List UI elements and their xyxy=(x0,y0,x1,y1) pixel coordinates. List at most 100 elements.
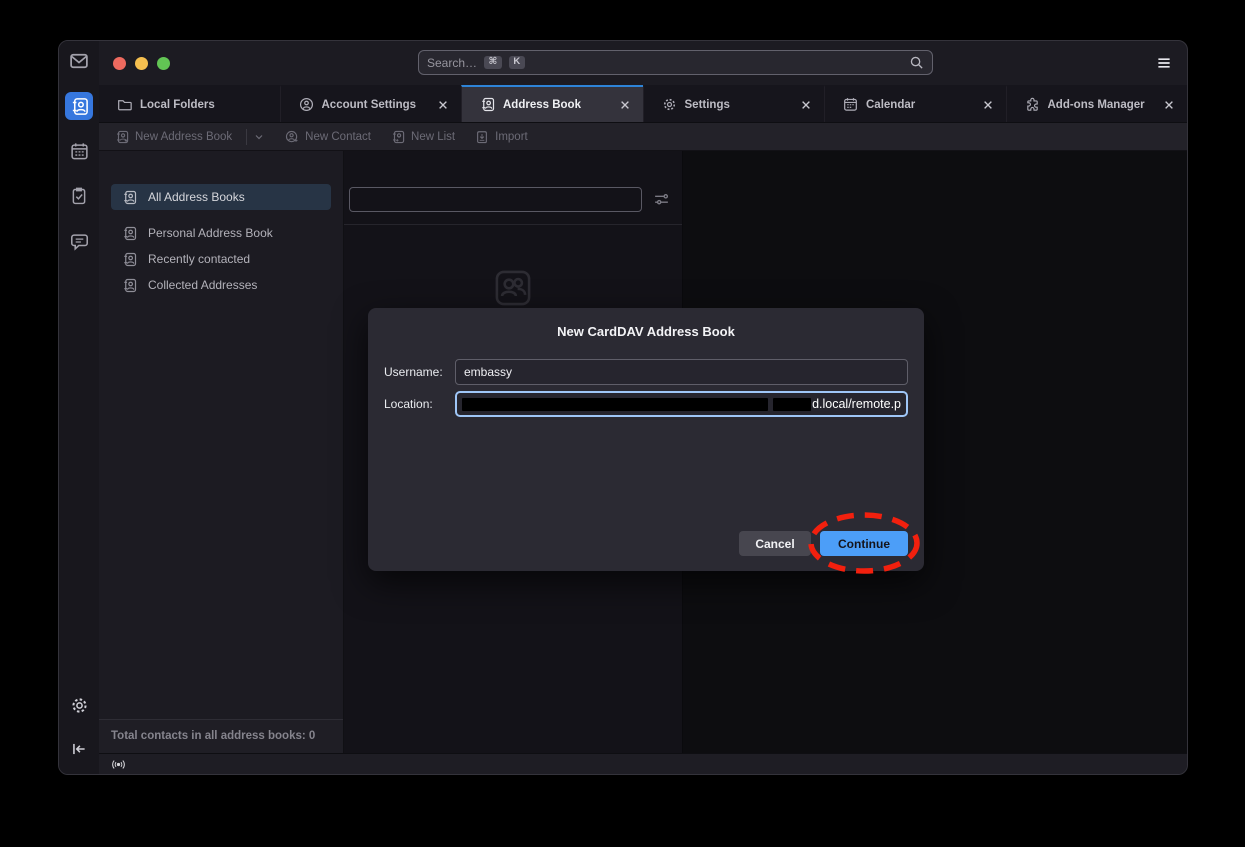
address-book-icon xyxy=(70,97,89,116)
username-row: Username: xyxy=(384,359,908,385)
close-tab-icon[interactable] xyxy=(982,99,994,111)
search-icon xyxy=(909,55,924,70)
import-label: Import xyxy=(495,131,528,143)
location-visible-text: d.local/remote.p xyxy=(811,397,901,411)
contacts-list-header xyxy=(344,151,682,225)
settings-button[interactable] xyxy=(65,691,93,719)
spaces-rail xyxy=(59,41,99,774)
sidebar-item-label: All Address Books xyxy=(148,190,245,204)
import-icon xyxy=(475,130,489,144)
person-plus-icon xyxy=(285,130,299,144)
titlebar: Search… ⌘ K xyxy=(99,41,1187,85)
sidebar-item-label: Recently contacted xyxy=(148,252,250,266)
cmd-key-badge: ⌘ xyxy=(484,56,502,69)
new-list-button[interactable]: New List xyxy=(391,130,455,144)
address-book-icon xyxy=(122,278,137,293)
sidebar-item-recently-contacted[interactable]: Recently contacted xyxy=(111,246,331,272)
address-book-space-button[interactable] xyxy=(65,92,93,120)
chat-space-button[interactable] xyxy=(65,227,93,255)
redaction-bar xyxy=(773,398,811,411)
new-list-label: New List xyxy=(411,131,455,143)
zoom-window-button[interactable] xyxy=(157,57,170,70)
display-options-icon[interactable] xyxy=(653,191,670,208)
tab-local-folders[interactable]: Local Folders xyxy=(99,85,280,122)
list-plus-icon xyxy=(391,130,405,144)
tab-addons-manager[interactable]: Add-ons Manager xyxy=(1006,85,1188,122)
tasks-space-button[interactable] xyxy=(65,182,93,210)
address-book-icon xyxy=(122,252,137,267)
close-tab-icon[interactable] xyxy=(619,99,631,111)
close-window-button[interactable] xyxy=(113,57,126,70)
tab-account-settings[interactable]: Account Settings xyxy=(280,85,462,122)
dialog-buttons: Cancel Continue xyxy=(368,531,924,571)
chevron-down-icon[interactable] xyxy=(253,131,265,143)
new-address-book-label: New Address Book xyxy=(135,131,232,143)
tab-label: Address Book xyxy=(503,99,611,111)
collapse-icon xyxy=(70,740,88,758)
close-tab-icon[interactable] xyxy=(437,99,449,111)
username-field[interactable] xyxy=(455,359,908,385)
close-tab-icon[interactable] xyxy=(800,99,812,111)
gear-icon xyxy=(662,97,677,112)
minimize-window-button[interactable] xyxy=(135,57,148,70)
tab-label: Add-ons Manager xyxy=(1048,99,1156,111)
dialog-title: New CardDAV Address Book xyxy=(368,324,924,339)
tab-settings[interactable]: Settings xyxy=(643,85,825,122)
close-tab-icon[interactable] xyxy=(1163,99,1175,111)
tab-address-book[interactable]: Address Book xyxy=(461,85,643,122)
tab-calendar[interactable]: Calendar xyxy=(824,85,1006,122)
tasks-icon xyxy=(70,187,88,205)
redaction-bar xyxy=(462,398,768,411)
sidebar-item-label: Collected Addresses xyxy=(148,278,257,292)
address-book-list: All Address Books Personal Address Book xyxy=(99,151,343,298)
address-book-plus-icon xyxy=(115,130,129,144)
mail-icon xyxy=(69,51,89,71)
continue-button[interactable]: Continue xyxy=(820,531,908,556)
calendar-icon xyxy=(843,97,858,112)
address-book-sidebar: All Address Books Personal Address Book xyxy=(99,151,344,753)
calendar-icon xyxy=(70,142,89,161)
traffic-lights xyxy=(113,57,170,70)
folder-icon xyxy=(117,97,132,112)
mail-space-button[interactable] xyxy=(65,47,93,75)
k-key-badge: K xyxy=(509,56,525,69)
puzzle-icon xyxy=(1025,97,1040,112)
new-contact-label: New Contact xyxy=(305,131,371,143)
total-contacts-status: Total contacts in all address books: 0 xyxy=(99,719,343,753)
address-book-icon xyxy=(122,226,137,241)
import-button[interactable]: Import xyxy=(475,130,528,144)
settings-gear-icon xyxy=(70,696,89,715)
sidebar-item-all-address-books[interactable]: All Address Books xyxy=(111,184,331,210)
contacts-search-input[interactable] xyxy=(349,187,642,212)
search-placeholder: Search… xyxy=(427,56,477,70)
sidebar-item-label: Personal Address Book xyxy=(148,226,273,240)
sidebar-item-personal-address-book[interactable]: Personal Address Book xyxy=(111,220,331,246)
tab-label: Local Folders xyxy=(140,99,268,111)
address-book-toolbar: New Address Book New Contact xyxy=(99,123,1187,151)
location-field[interactable]: d.local/remote.p xyxy=(455,391,908,417)
address-book-icon xyxy=(480,97,495,112)
contacts-watermark-icon xyxy=(490,265,536,311)
new-address-book-button[interactable]: New Address Book xyxy=(115,129,265,145)
global-search-input[interactable]: Search… ⌘ K xyxy=(418,50,933,75)
toolbar-separator xyxy=(246,129,247,145)
chat-icon xyxy=(70,232,89,251)
new-carddav-dialog: New CardDAV Address Book Username: Locat… xyxy=(368,308,924,571)
app-menu-button[interactable] xyxy=(1155,54,1173,72)
screen: Search… ⌘ K xyxy=(0,0,1245,847)
location-label: Location: xyxy=(384,397,455,411)
tab-label: Account Settings xyxy=(322,99,430,111)
calendar-space-button[interactable] xyxy=(65,137,93,165)
thunderbird-window: Search… ⌘ K xyxy=(58,40,1188,775)
sidebar-item-collected-addresses[interactable]: Collected Addresses xyxy=(111,272,331,298)
location-row: Location: d.local/remote.p xyxy=(384,391,908,417)
username-label: Username: xyxy=(384,365,455,379)
tab-label: Calendar xyxy=(866,99,974,111)
cancel-button[interactable]: Cancel xyxy=(739,531,811,556)
status-bar xyxy=(99,753,1187,774)
new-contact-button[interactable]: New Contact xyxy=(285,130,371,144)
account-icon xyxy=(299,97,314,112)
collapse-rail-button[interactable] xyxy=(65,735,93,763)
tab-label: Settings xyxy=(685,99,793,111)
tab-bar: Local Folders Account Settings xyxy=(99,85,1187,123)
